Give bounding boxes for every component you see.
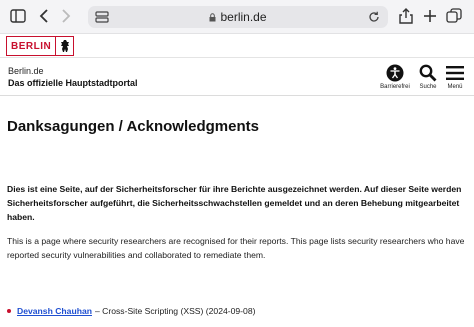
- accessibility-label: Barrierefrei: [380, 84, 410, 90]
- intro-paragraph-german: Dies ist eine Seite, auf der Sicherheits…: [7, 184, 462, 222]
- entry-detail: – Cross-Site Scripting (XSS) (2024-09-08…: [94, 306, 256, 316]
- site-subtitle[interactable]: Das offizielle Hauptstadtportal: [8, 78, 138, 88]
- sidebar-icon[interactable]: [8, 6, 28, 26]
- site-header: Berlin.de Das offizielle Hauptstadtporta…: [0, 58, 474, 96]
- browser-toolbar: berlin.de: [0, 0, 474, 34]
- researcher-link[interactable]: Devansh Chauhan: [17, 306, 92, 316]
- tab-overview-icon[interactable]: [444, 6, 464, 26]
- search-label: Suche: [419, 84, 437, 90]
- address-bar[interactable]: berlin.de: [88, 6, 388, 28]
- accessibility-icon: [380, 62, 410, 84]
- berlin-logo[interactable]: BERLIN: [6, 36, 75, 56]
- reload-icon[interactable]: [364, 7, 384, 27]
- forward-icon[interactable]: [56, 6, 76, 26]
- list-item: Devansh Chauhan – Cross-Site Scripting (…: [7, 306, 255, 316]
- page-title: Danksagungen / Acknowledgments: [7, 118, 259, 135]
- url-text: berlin.de: [220, 10, 267, 24]
- site-name[interactable]: Berlin.de: [8, 66, 44, 76]
- search-button[interactable]: Suche: [413, 62, 443, 94]
- lock-icon: [209, 11, 216, 25]
- bullet-icon: [7, 309, 11, 313]
- acknowledgment-list: Devansh Chauhan – Cross-Site Scripting (…: [7, 306, 255, 316]
- menu-label: Menü: [447, 84, 463, 90]
- logo-text: BERLIN: [11, 40, 52, 52]
- share-icon[interactable]: [396, 6, 416, 26]
- berlin-bear-icon: [55, 37, 73, 55]
- new-tab-icon[interactable]: [420, 6, 440, 26]
- url-display: berlin.de: [88, 10, 388, 25]
- menu-button[interactable]: Menü: [440, 62, 470, 94]
- brand-bar: BERLIN: [0, 34, 474, 58]
- back-icon[interactable]: [34, 6, 54, 26]
- search-icon: [413, 62, 443, 84]
- hamburger-menu-icon: [440, 62, 470, 84]
- accessibility-button[interactable]: Barrierefrei: [380, 62, 410, 94]
- intro-paragraph-english: This is a page where security researcher…: [7, 236, 465, 260]
